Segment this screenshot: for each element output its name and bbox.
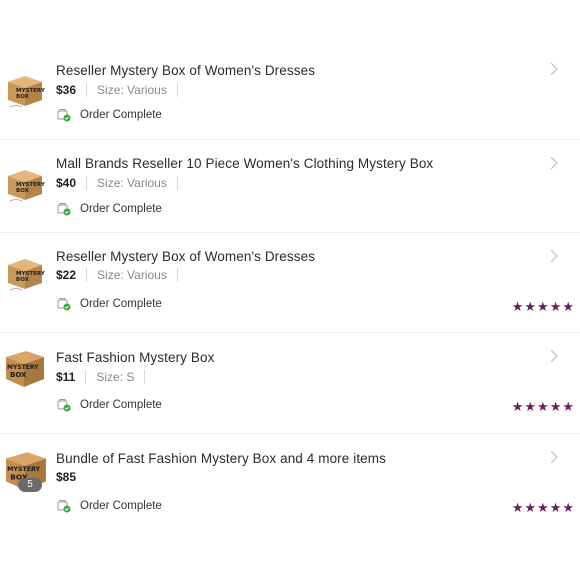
star-icon: ★ <box>549 399 562 414</box>
chevron-right-icon <box>550 156 558 170</box>
star-icon: ★ <box>524 299 537 314</box>
order-status: Order Complete <box>57 398 162 412</box>
product-thumbnail: MYSTERY BOX 5 <box>4 448 52 496</box>
star-icon: ★ <box>511 500 524 515</box>
status-text: Order Complete <box>80 298 162 310</box>
star-icon: ★ <box>562 299 574 314</box>
item-price: $85 <box>56 470 77 484</box>
divider <box>176 83 178 97</box>
chevron-right-icon <box>550 349 558 363</box>
star-icon: ★ <box>549 299 562 314</box>
order-complete-icon <box>57 298 71 311</box>
order-row[interactable]: MYSTERY BOX Mall Brands Reseller 10 Piec… <box>0 140 580 233</box>
star-icon: ★ <box>562 500 574 515</box>
product-thumbnail: MYSTERY BOX <box>8 259 46 291</box>
item-title: Reseller Mystery Box of Women's Dresses <box>56 63 316 78</box>
order-row[interactable]: MYSTERY BOX Reseller Mystery Box of Wome… <box>0 46 580 140</box>
item-meta: $36 Size: Various <box>56 83 188 97</box>
divider <box>86 176 88 190</box>
order-status: Order Complete <box>57 108 162 122</box>
order-row[interactable]: MYSTERY BOX Fast Fashion Mystery Box $11… <box>0 333 580 434</box>
star-icon: ★ <box>537 500 549 515</box>
star-icon: ★ <box>524 500 537 515</box>
item-price: $11 <box>56 370 76 384</box>
status-text: Order Complete <box>80 203 162 215</box>
item-title: Bundle of Fast Fashion Mystery Box and 4… <box>56 451 386 466</box>
item-size: Size: Various <box>97 268 167 282</box>
item-price: $40 <box>56 176 77 190</box>
star-icon: ★ <box>524 399 537 414</box>
thumb-label: BOX <box>10 371 27 379</box>
order-complete-icon <box>57 109 71 122</box>
bundle-count-badge: 5 <box>18 478 42 492</box>
order-row[interactable]: MYSTERY BOX 5 Bundle of Fast Fashion Mys… <box>0 434 580 534</box>
divider <box>176 176 178 190</box>
order-complete-icon <box>57 203 71 216</box>
product-thumbnail: MYSTERY BOX <box>8 76 46 108</box>
chevron-right-icon <box>550 62 558 76</box>
item-meta: $40 Size: Various <box>56 176 188 190</box>
item-meta: $22 Size: Various <box>56 268 188 282</box>
thumb-label: BOX <box>16 94 30 100</box>
item-size: Size: S <box>96 370 135 384</box>
star-icon: ★ <box>549 500 562 515</box>
product-thumbnail: MYSTERY BOX <box>8 170 46 202</box>
divider <box>176 268 178 282</box>
chevron-right-icon <box>550 249 558 263</box>
order-list: MYSTERY BOX Reseller Mystery Box of Wome… <box>0 46 580 534</box>
rating-stars: ★ ★ ★ ★ ★ <box>512 501 574 514</box>
rating-stars: ★ ★ ★ ★ ★ <box>512 300 574 313</box>
star-icon: ★ <box>537 399 549 414</box>
item-meta: $11 Size: S <box>56 370 155 384</box>
item-title: Mall Brands Reseller 10 Piece Women's Cl… <box>56 156 434 171</box>
thumb-label: BOX <box>16 188 30 194</box>
order-status: Order Complete <box>57 499 162 513</box>
thumb-label: BOX <box>16 277 30 283</box>
item-title: Reseller Mystery Box of Women's Dresses <box>56 249 316 264</box>
item-size: Size: Various <box>97 176 167 190</box>
star-icon: ★ <box>562 399 574 414</box>
star-icon: ★ <box>511 299 524 314</box>
item-price: $36 <box>56 83 77 97</box>
product-thumbnail: MYSTERY BOX <box>6 351 44 387</box>
star-icon: ★ <box>537 299 549 314</box>
order-row[interactable]: MYSTERY BOX Reseller Mystery Box of Wome… <box>0 233 580 333</box>
item-meta: $85 <box>56 470 76 484</box>
order-status: Order Complete <box>57 202 162 216</box>
status-text: Order Complete <box>80 500 162 512</box>
item-size: Size: Various <box>97 83 167 97</box>
status-text: Order Complete <box>80 399 162 411</box>
status-text: Order Complete <box>80 109 162 121</box>
item-price: $22 <box>56 268 77 282</box>
divider <box>85 370 87 384</box>
item-title: Fast Fashion Mystery Box <box>56 350 215 365</box>
order-complete-icon <box>57 500 71 513</box>
star-icon: ★ <box>511 399 524 414</box>
order-complete-icon <box>57 399 71 412</box>
divider <box>144 370 146 384</box>
chevron-right-icon <box>550 450 558 464</box>
thumb-label: MYSTERY <box>7 364 39 371</box>
divider <box>86 83 88 97</box>
divider <box>86 268 88 282</box>
rating-stars: ★ ★ ★ ★ ★ <box>512 400 574 413</box>
order-status: Order Complete <box>57 297 162 311</box>
